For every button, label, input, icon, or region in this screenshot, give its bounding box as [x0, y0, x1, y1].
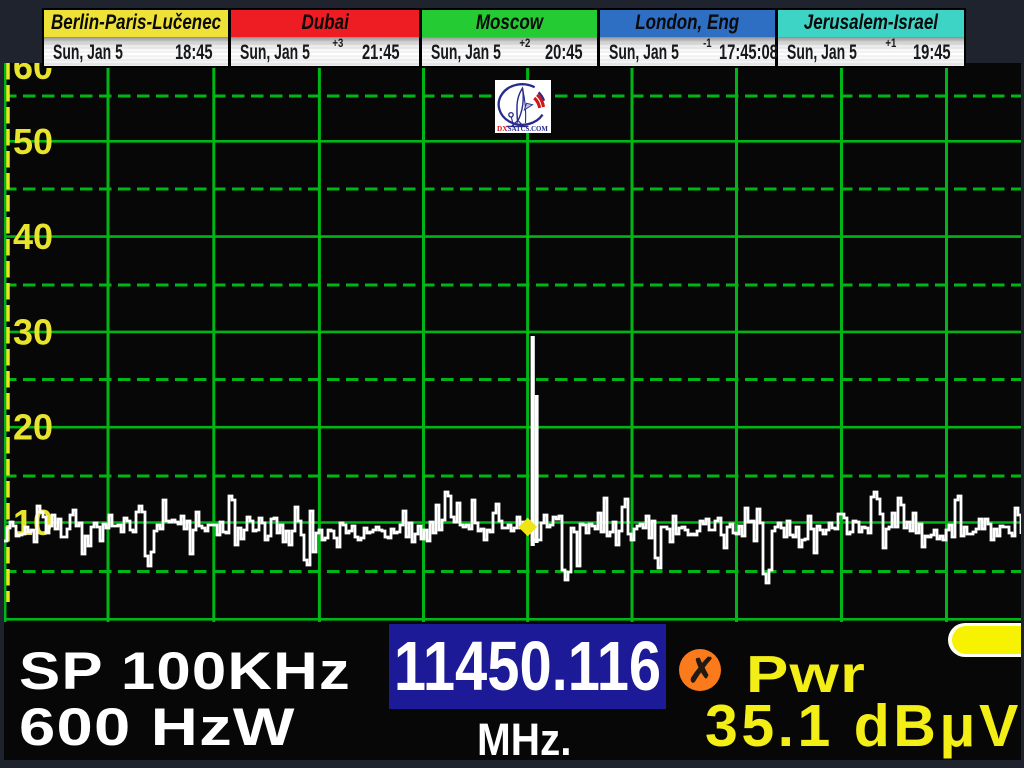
svg-text:DX: DX — [497, 123, 508, 132]
svg-text:50: 50 — [13, 121, 53, 162]
svg-text:20: 20 — [13, 407, 53, 448]
svg-text:40: 40 — [13, 216, 53, 257]
svg-text:30: 30 — [13, 311, 53, 352]
svg-text:SATCS.COM: SATCS.COM — [507, 123, 547, 132]
